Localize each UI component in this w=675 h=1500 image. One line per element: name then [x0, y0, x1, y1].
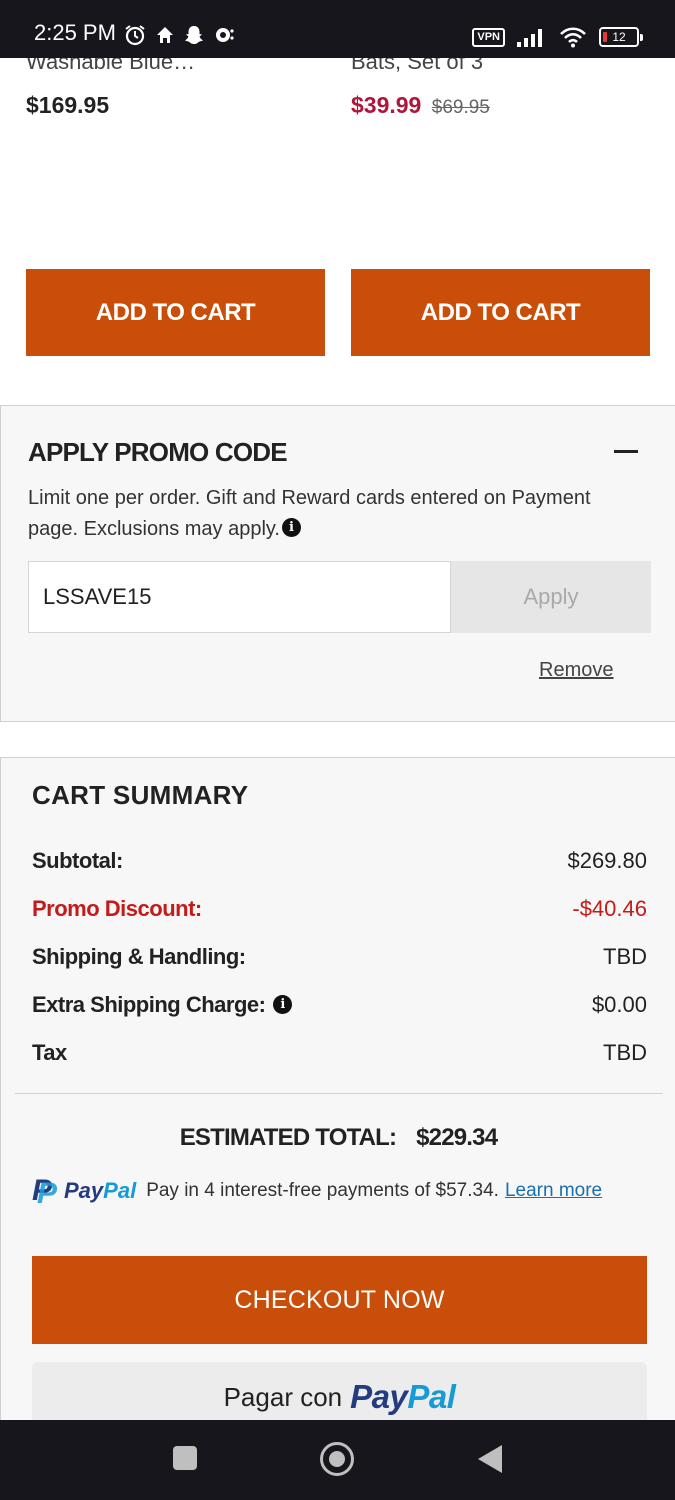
shipping-value: TBD	[603, 944, 647, 969]
subtotal-label: Subtotal:	[32, 848, 123, 873]
home-button-icon[interactable]	[320, 1442, 354, 1476]
promo-discount-label: Promo Discount:	[32, 896, 202, 921]
extra-shipping-row: Extra Shipping Charge: i $0.00	[32, 990, 647, 1020]
original-price: $69.95	[431, 97, 490, 118]
status-time: 2:25 PM	[34, 20, 116, 45]
status-bar: 2:25 PM VPN 12	[0, 0, 675, 58]
status-icons-right: VPN 12	[472, 26, 643, 48]
back-icon[interactable]	[478, 1445, 502, 1473]
estimated-total-label: ESTIMATED TOTAL:	[179, 1124, 397, 1151]
alarm-icon	[125, 25, 145, 46]
paypal-p-icon: PP	[32, 1174, 58, 1210]
extra-shipping-label: Extra Shipping Charge: i	[32, 992, 293, 1018]
promo-code-section: APPLY PROMO CODE Limit one per order. Gi…	[0, 405, 675, 722]
cart-summary: CART SUMMARY Subtotal: $269.80 Promo Dis…	[0, 757, 675, 1432]
cart-summary-title: CART SUMMARY	[32, 780, 249, 810]
shipping-row: Shipping & Handling: TBD	[32, 942, 647, 972]
paypal-button-logo: PayPal	[350, 1378, 456, 1416]
estimated-total-value: $229.34	[416, 1124, 498, 1151]
sale-price: $39.99	[351, 92, 422, 118]
paypal-word-pay: Pay	[64, 1178, 104, 1203]
promo-description: Limit one per order. Gift and Reward car…	[28, 483, 628, 545]
summary-divider	[15, 1093, 663, 1094]
recent-apps-icon[interactable]	[173, 1446, 197, 1470]
subtotal-value: $269.80	[567, 848, 647, 873]
extra-shipping-label-text: Extra Shipping Charge:	[32, 992, 266, 1017]
subtotal-row: Subtotal: $269.80	[32, 846, 647, 876]
promo-discount-value: -$40.46	[572, 896, 647, 921]
product-price: $39.99 $69.95	[351, 92, 490, 119]
info-icon[interactable]: i	[281, 518, 301, 537]
apply-button[interactable]: Apply	[451, 561, 651, 633]
checkout-button[interactable]: CHECKOUT NOW	[32, 1256, 647, 1344]
promo-code-input[interactable]	[28, 561, 451, 633]
paypal-button-word-pal: Pal	[407, 1378, 456, 1415]
estimated-total: ESTIMATED TOTAL: $229.34	[1, 1124, 675, 1152]
paypal-button-word-pay: Pay	[350, 1378, 408, 1415]
add-to-cart-button[interactable]: ADD TO CART	[26, 269, 325, 356]
product-name[interactable]: Bats, Set of 3	[351, 58, 483, 72]
shipping-label: Shipping & Handling:	[32, 944, 246, 969]
product-name-text: Bats, Set of 3	[351, 58, 484, 72]
system-nav-bar	[0, 1420, 675, 1500]
paypal-logo: PP PayPal	[32, 1174, 136, 1210]
collapse-icon[interactable]	[614, 450, 638, 453]
home-icon	[157, 27, 173, 43]
promo-description-text: Limit one per order. Gift and Reward car…	[28, 487, 591, 540]
promo-discount-row: Promo Discount: -$40.46	[32, 894, 647, 924]
info-icon[interactable]: i	[273, 995, 293, 1014]
snapchat-icon	[185, 26, 203, 44]
paypal-word-pal: Pal	[103, 1178, 137, 1203]
battery-icon: 12	[599, 27, 643, 47]
add-to-cart-button[interactable]: ADD TO CART	[351, 269, 650, 356]
sync-icon	[216, 28, 234, 42]
extra-shipping-value: $0.00	[591, 992, 647, 1017]
tax-value: TBD	[603, 1040, 647, 1065]
paypal-message: Pay in 4 interest-free payments of $57.3…	[146, 1180, 499, 1201]
tax-row: Tax TBD	[32, 1038, 647, 1068]
tax-label: Tax	[32, 1040, 67, 1065]
remove-link[interactable]: Remove	[539, 659, 613, 682]
vpn-icon: VPN	[472, 27, 505, 47]
status-icons-left	[124, 24, 236, 46]
learn-more-link[interactable]: Learn more	[505, 1180, 602, 1202]
promo-title: APPLY PROMO CODE	[28, 437, 288, 467]
product-name[interactable]: Washable Blue…	[26, 58, 195, 72]
paypal-button-text: Pagar con	[223, 1381, 343, 1412]
signal-icon	[517, 29, 542, 47]
wifi-icon	[560, 27, 586, 48]
product-name-text: Washable Blue…	[26, 58, 196, 72]
paypal-wordmark: PayPal	[64, 1178, 136, 1204]
product-price: $169.95	[26, 92, 110, 118]
paypal-pay-in-4: PP PayPal Pay in 4 interest-free payment…	[32, 1174, 652, 1210]
